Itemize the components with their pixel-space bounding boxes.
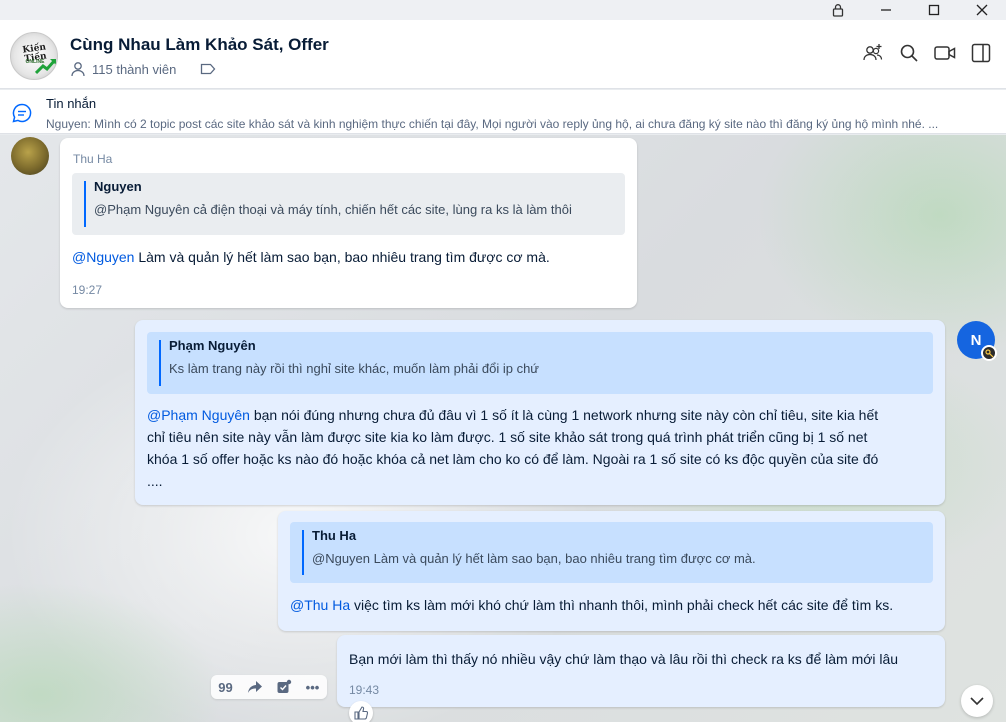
avatar-letter: N <box>970 331 982 349</box>
video-call-icon[interactable] <box>934 42 956 64</box>
message-text: @Nguyen Làm và quản lý hết làm sao bạn, … <box>72 246 550 268</box>
like-reaction-icon[interactable] <box>349 701 373 722</box>
quote-author: Nguyen <box>94 179 142 194</box>
message-time: 19:27 <box>72 283 103 297</box>
message-text: @Thu Ha việc tìm ks làm mới khó chứ làm … <box>290 594 893 616</box>
message-bubble[interactable]: Thu Ha Nguyen @Phạm Nguyên cả điện thoại… <box>60 138 637 308</box>
quote-icon[interactable]: 99 <box>217 678 235 696</box>
add-member-icon[interactable] <box>862 42 884 64</box>
message-line: khóa 1 số offer hoặc ks nào đó hoặc khóa… <box>147 451 879 467</box>
message-time: 19:43 <box>349 683 380 697</box>
growth-arrow-icon <box>35 59 57 75</box>
page-title[interactable]: Cùng Nhau Làm Khảo Sát, Offer <box>70 35 329 55</box>
quote-author: Phạm Nguyên <box>169 338 256 353</box>
message-actions-toolbar: 99 ••• <box>211 675 327 699</box>
quote-text: @Nguyen Làm và quản lý hết làm sao bạn, … <box>312 551 756 566</box>
window-titlebar <box>0 0 1006 20</box>
mention-link[interactable]: @Phạm Nguyên <box>147 407 250 423</box>
message-body: Làm và quản lý hết làm sao bạn, bao nhiê… <box>134 249 550 265</box>
conversation-header: Kiến Tiền ONLINE Cùng Nhau Làm Khảo Sát,… <box>0 20 1006 89</box>
message-text: Bạn mới làm thì thấy nó nhiều vậy chứ là… <box>349 651 899 667</box>
task-icon[interactable] <box>275 678 293 696</box>
chat-area[interactable]: Thu Ha Nguyen @Phạm Nguyên cả điện thoại… <box>0 135 1006 722</box>
message-line: bạn nói đúng nhưng chưa đủ đâu vì 1 số í… <box>249 407 879 423</box>
quoted-message[interactable]: Phạm Nguyên Ks làm trang này rồi thì ngh… <box>147 332 933 394</box>
message-body: việc tìm ks làm mới khó chứ làm thì nhan… <box>350 597 894 613</box>
scroll-to-bottom-button[interactable] <box>961 685 993 717</box>
message-bubble[interactable]: Bạn mới làm thì thấy nó nhiều vậy chứ là… <box>337 635 945 707</box>
sidebar-toggle-icon[interactable] <box>970 42 992 64</box>
minimize-icon[interactable] <box>862 0 910 20</box>
quoted-message[interactable]: Thu Ha @Nguyen Làm và quản lý hết làm sa… <box>290 522 933 583</box>
message-bubble[interactable]: Phạm Nguyên Ks làm trang này rồi thì ngh… <box>135 320 945 505</box>
member-count: 115 thành viên <box>92 61 177 77</box>
search-icon[interactable] <box>898 42 920 64</box>
pinned-title: Tin nhắn <box>46 96 97 111</box>
chevron-down-icon <box>970 697 984 706</box>
mention-link[interactable]: @Nguyen <box>72 249 134 265</box>
member-icon <box>71 62 85 77</box>
group-members[interactable]: 115 thành viên <box>70 61 216 77</box>
forward-icon[interactable] <box>246 678 264 696</box>
message-text: @Phạm Nguyên bạn nói đúng nhưng chưa đủ … <box>147 404 878 492</box>
group-avatar[interactable]: Kiến Tiền ONLINE <box>10 32 58 80</box>
pinned-text: Nguyen: Mình có 2 topic post các site kh… <box>46 117 939 131</box>
chat-bubble-icon <box>11 102 33 127</box>
more-icon[interactable]: ••• <box>304 678 322 696</box>
sender-name: Thu Ha <box>73 152 113 166</box>
message-line: chỉ tiêu nên site này vẫn làm được site … <box>147 429 868 445</box>
quote-text: @Phạm Nguyên cả điện thoại và máy tính, … <box>94 202 572 217</box>
avatar[interactable] <box>11 137 49 175</box>
quoted-message[interactable]: Nguyen @Phạm Nguyên cả điện thoại và máy… <box>72 173 625 235</box>
message-bubble[interactable]: Thu Ha @Nguyen Làm và quản lý hết làm sa… <box>278 511 945 631</box>
quote-author: Thu Ha <box>312 528 357 543</box>
header-actions <box>862 42 992 64</box>
mention-link[interactable]: @Thu Ha <box>290 597 350 613</box>
quote-text: Ks làm trang này rồi thì nghỉ site khác,… <box>169 361 539 376</box>
lock-icon[interactable] <box>814 0 862 20</box>
maximize-icon[interactable] <box>910 0 958 20</box>
pinned-message-bar[interactable]: Tin nhắn Nguyen: Mình có 2 topic post cá… <box>0 90 1006 134</box>
tag-icon[interactable] <box>200 63 216 75</box>
close-icon[interactable] <box>958 0 1006 20</box>
avatar[interactable]: N <box>957 321 997 361</box>
key-badge-icon <box>981 345 997 361</box>
message-line: .... <box>147 473 163 489</box>
